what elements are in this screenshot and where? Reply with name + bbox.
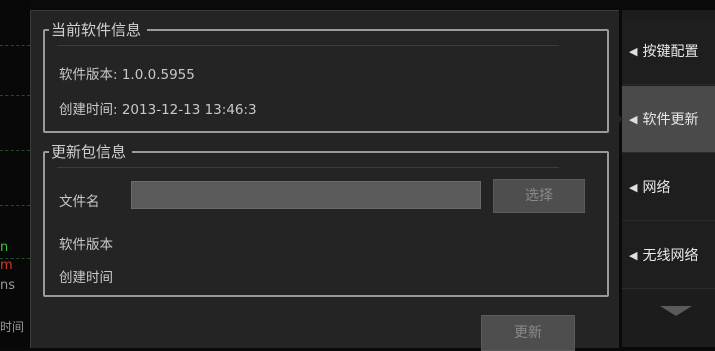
divider [57,167,559,168]
software-update-panel: 当前软件信息 软件版本: 1.0.0.5955 创建时间: 2013-12-13… [30,10,619,351]
update-package-info-title: 更新包信息 [49,142,133,162]
active-tab-pointer [614,110,623,128]
menu-item-wireless-network[interactable]: ◀ 无线网络 [622,222,715,289]
menu-item-label: 软件更新 [642,112,699,128]
menu-item-software-update[interactable]: ◀ 软件更新 [622,86,715,153]
divider [57,45,559,46]
dashed-gridline [0,150,30,151]
menu-item-label: 网络 [642,180,671,196]
menu-item-label: 按键配置 [642,44,699,60]
select-file-button[interactable]: 选择 [493,179,585,213]
background-app-strip: n m ns 时间 [0,0,30,347]
settings-menu: ◀ 按键配置 ◀ 软件更新 ◀ 网络 ◀ 无线网络 [622,10,715,347]
update-button[interactable]: 更新 [481,315,575,351]
left-arrow-icon: ◀ [629,248,638,262]
left-arrow-icon: ◀ [629,44,638,58]
package-version-label: 软件版本 [59,237,113,253]
filename-label: 文件名 [59,194,100,210]
background-text: ns [0,278,16,293]
scroll-down-arrow-icon[interactable] [660,306,692,316]
current-version-text: 软件版本: 1.0.0.5955 [59,67,195,83]
background-text: n [0,240,9,255]
dashed-gridline [0,205,30,206]
dashed-gridline [0,95,30,96]
package-created-time-label: 创建时间 [59,270,113,286]
current-software-info-group: 当前软件信息 软件版本: 1.0.0.5955 创建时间: 2013-12-13… [43,20,609,133]
update-package-info-group: 更新包信息 文件名 选择 软件版本 创建时间 [43,142,609,297]
menu-item-key-config[interactable]: ◀ 按键配置 [622,18,715,85]
background-text: m [0,258,13,273]
background-text: 时间 [0,320,25,334]
menu-item-label: 无线网络 [642,248,699,264]
left-arrow-icon: ◀ [629,112,638,126]
menu-item-network[interactable]: ◀ 网络 [622,154,715,221]
current-created-time-text: 创建时间: 2013-12-13 13:46:3 [59,102,257,118]
filename-input[interactable] [131,181,481,209]
left-arrow-icon: ◀ [629,180,638,194]
current-software-info-title: 当前软件信息 [49,20,148,40]
dashed-gridline [0,45,30,46]
